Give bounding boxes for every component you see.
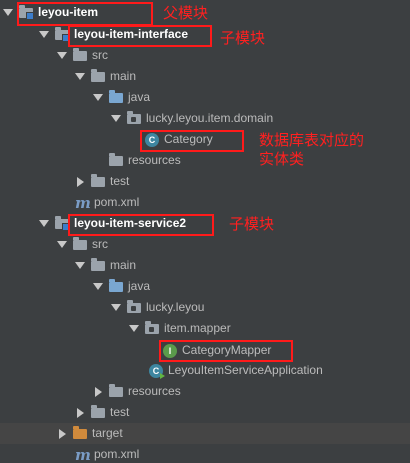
tree-row-src[interactable]: src [0,234,410,255]
tree-row-mapper-package[interactable]: item.mapper [0,318,410,339]
spring-boot-application-icon: C [148,363,165,379]
folder-icon [90,404,106,421]
annotation-child-module-1: 子模块 [220,29,266,47]
tree-row-java[interactable]: java [0,276,410,297]
tree-row-resources[interactable]: resources [0,150,410,171]
expand-arrow-icon[interactable] [38,213,50,234]
folder-icon [72,236,88,253]
maven-pom-icon: m [75,445,91,463]
excluded-folder-icon [72,425,88,442]
expand-arrow-icon[interactable] [38,24,50,45]
highlight-box-interface-module [68,25,212,47]
tree-label-resources: resources [128,153,181,167]
tree-label-pom: pom.xml [94,195,140,209]
tree-row-resources[interactable]: resources [0,381,410,402]
tree-row-domain-package[interactable]: lucky.leyou.item.domain [0,108,410,129]
expand-arrow-icon[interactable] [74,66,86,87]
highlight-box-category-mapper [159,340,293,362]
collapse-arrow-icon[interactable] [56,423,68,444]
tree-label-application: LeyouItemServiceApplication [168,363,323,377]
tree-row-java[interactable]: java [0,87,410,108]
package-icon [144,320,160,337]
tree-label-domain-package: lucky.leyou.item.domain [146,111,274,125]
tree-label-service-package: lucky.leyou [146,300,205,314]
tree-row-main[interactable]: main [0,66,410,87]
source-folder-icon [108,89,124,106]
tree-row-main[interactable]: main [0,255,410,276]
resources-folder-icon [108,383,124,400]
tree-row-application[interactable]: C LeyouItemServiceApplication [0,360,410,381]
tree-row-service-package[interactable]: lucky.leyou [0,297,410,318]
tree-label-main: main [110,69,137,83]
expand-arrow-icon[interactable] [56,45,68,66]
tree-label-src: src [92,237,108,251]
annotation-parent-module: 父模块 [163,4,209,22]
tree-label-pom: pom.xml [94,447,140,461]
tree-label-test: test [110,405,130,419]
highlight-box-root [17,2,153,26]
highlight-box-service-module [68,214,214,236]
annotation-child-module-2: 子模块 [229,215,275,233]
expand-arrow-icon[interactable] [110,297,122,318]
tree-row-test[interactable]: test [0,402,410,423]
tree-label-java: java [128,279,151,293]
tree-row-pom[interactable]: m pom.xml [0,192,410,213]
tree-label-main: main [110,258,137,272]
folder-icon [72,47,88,64]
tree-row-test[interactable]: test [0,171,410,192]
tree-row-src[interactable]: src [0,45,410,66]
folder-icon [90,68,106,85]
expand-arrow-icon[interactable] [92,276,104,297]
tree-label-resources: resources [128,384,181,398]
tree-label-java: java [128,90,151,104]
collapse-arrow-icon[interactable] [74,402,86,423]
tree-label-target: target [92,426,123,440]
expand-arrow-icon[interactable] [2,2,14,23]
annotation-entity-line1: 数据库表对应的 [259,131,365,149]
expand-arrow-icon[interactable] [92,87,104,108]
annotation-entity-line2: 实体类 [259,150,305,168]
expand-arrow-icon[interactable] [74,255,86,276]
collapse-arrow-icon[interactable] [92,381,104,402]
expand-arrow-icon[interactable] [56,234,68,255]
folder-icon [90,257,106,274]
expand-arrow-icon[interactable] [110,108,122,129]
tree-label-src: src [92,48,108,62]
package-icon [126,110,142,127]
resources-folder-icon [108,152,124,169]
tree-label-test: test [110,174,130,188]
collapse-arrow-icon[interactable] [74,171,86,192]
folder-icon [90,173,106,190]
source-folder-icon [108,278,124,295]
expand-arrow-icon[interactable] [128,318,140,339]
package-icon [126,299,142,316]
tree-row-target[interactable]: target [0,423,410,444]
tree-label-mapper-package: item.mapper [164,321,231,335]
tree-row-pom[interactable]: m pom.xml [0,444,410,463]
maven-pom-icon: m [75,193,91,212]
highlight-box-category [140,130,244,152]
